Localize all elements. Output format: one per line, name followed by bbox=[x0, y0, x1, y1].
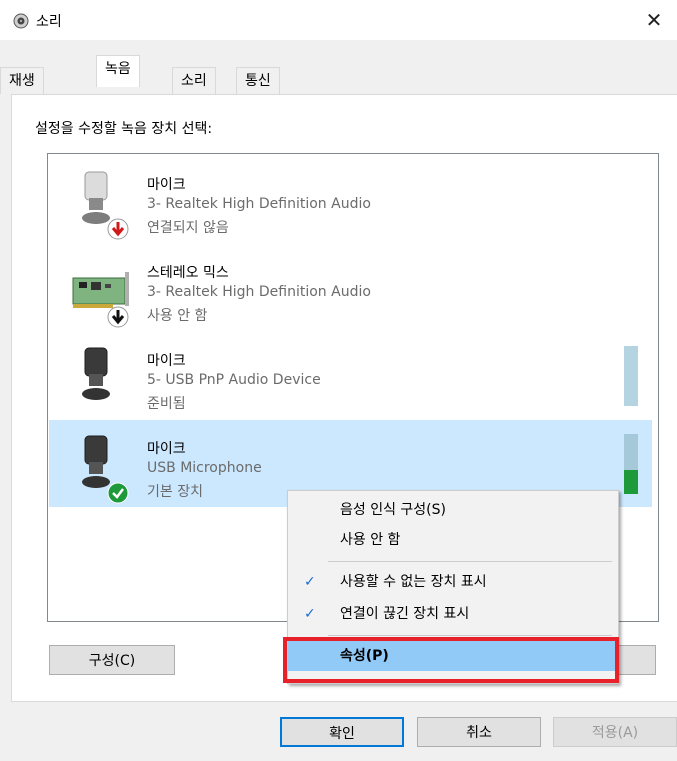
window-title: 소리 bbox=[36, 14, 62, 30]
menu-item-speech-recognition[interactable]: 음성 인식 구성(S) bbox=[288, 495, 616, 525]
list-item[interactable]: 스테레오 믹스 3- Realtek High Definition Audio… bbox=[49, 244, 652, 331]
menu-separator bbox=[328, 635, 612, 636]
instruction-text: 설정을 수정할 녹음 장치 선택: bbox=[35, 121, 213, 137]
menu-item-show-disconnected[interactable]: ✓ 연결이 끊긴 장치 표시 bbox=[288, 599, 616, 629]
disabled-badge-icon bbox=[107, 306, 129, 328]
configure-button[interactable]: 구성(C) bbox=[49, 645, 175, 675]
device-name: 스테레오 믹스 bbox=[147, 265, 229, 281]
menu-item-label: 사용 안 함 bbox=[340, 532, 401, 548]
speaker-icon bbox=[13, 13, 29, 29]
menu-item-label: 사용할 수 없는 장치 표시 bbox=[340, 574, 487, 590]
level-meter bbox=[624, 346, 638, 406]
close-button[interactable]: ✕ bbox=[631, 0, 677, 40]
device-driver: 5- USB PnP Audio Device bbox=[147, 372, 321, 388]
ok-button[interactable]: 확인 bbox=[280, 717, 404, 747]
microphone-icon bbox=[82, 347, 110, 400]
cancel-button[interactable]: 취소 bbox=[417, 717, 541, 747]
device-name: 마이크 bbox=[147, 177, 186, 193]
list-item[interactable]: 마이크 5- USB PnP Audio Device 준비됨 bbox=[49, 332, 652, 419]
default-check-icon bbox=[107, 482, 129, 504]
checkmark-icon: ✓ bbox=[304, 606, 316, 622]
tab-sounds[interactable]: 소리 bbox=[172, 67, 216, 94]
highlight-box bbox=[283, 637, 619, 683]
device-status: 사용 안 함 bbox=[147, 308, 208, 324]
title-bar: 소리 ✕ bbox=[0, 0, 677, 40]
level-meter bbox=[624, 434, 638, 494]
menu-item-label: 음성 인식 구성(S) bbox=[340, 502, 446, 518]
disconnected-badge-icon bbox=[107, 218, 129, 240]
device-driver: 3- Realtek High Definition Audio bbox=[147, 284, 371, 300]
tab-strip: 재생 녹음 소리 통신 bbox=[0, 55, 677, 95]
tab-playback[interactable]: 재생 bbox=[0, 67, 44, 94]
device-name: 마이크 bbox=[147, 441, 186, 457]
device-status: 연결되지 않음 bbox=[147, 220, 229, 236]
list-item[interactable]: 마이크 3- Realtek High Definition Audio 연결되… bbox=[49, 156, 652, 243]
device-status: 기본 장치 bbox=[147, 484, 203, 500]
apply-button[interactable]: 적용(A) bbox=[553, 717, 677, 747]
menu-item-show-disabled[interactable]: ✓ 사용할 수 없는 장치 표시 bbox=[288, 567, 616, 597]
tab-communications[interactable]: 통신 bbox=[236, 67, 280, 94]
device-driver: 3- Realtek High Definition Audio bbox=[147, 196, 371, 212]
menu-separator bbox=[328, 561, 612, 562]
device-status: 준비됨 bbox=[147, 396, 186, 412]
device-name: 마이크 bbox=[147, 353, 186, 369]
menu-item-label: 연결이 끊긴 장치 표시 bbox=[340, 606, 470, 622]
tab-recording[interactable]: 녹음 bbox=[96, 55, 140, 87]
device-driver: USB Microphone bbox=[147, 460, 262, 476]
checkmark-icon: ✓ bbox=[304, 574, 316, 590]
menu-item-disable[interactable]: 사용 안 함 bbox=[288, 525, 616, 555]
